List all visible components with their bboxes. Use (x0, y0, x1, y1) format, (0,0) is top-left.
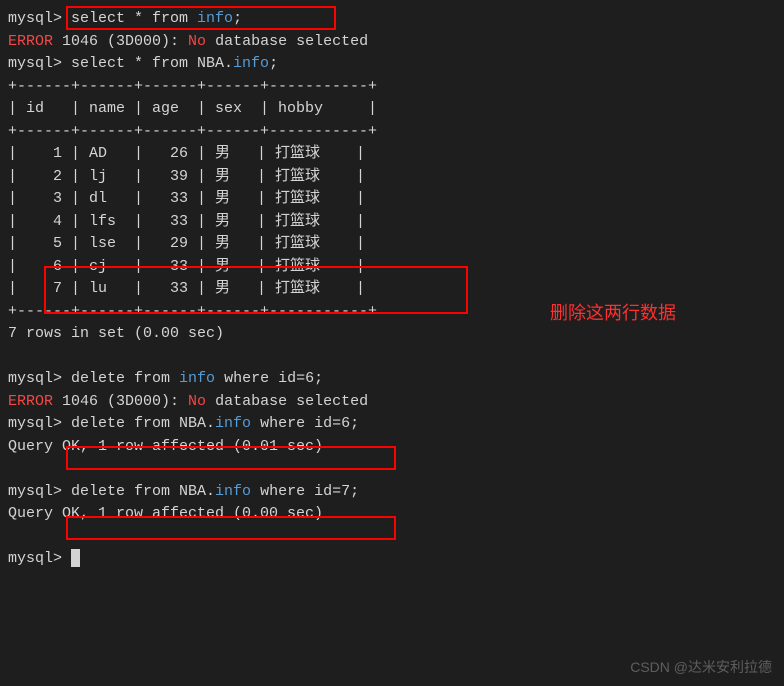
table-name: info (179, 370, 215, 387)
blank-line (8, 526, 776, 549)
terminal-output: mysql> select * from info; ERROR 1046 (3… (8, 8, 776, 571)
cmd-line-5: mysql> delete from NBA.info where id=7; (8, 481, 776, 504)
mysql-prompt: mysql> (8, 10, 71, 27)
cmd-line-3: mysql> delete from info where id=6; (8, 368, 776, 391)
table-name: info (197, 10, 233, 27)
cmd-line-4: mysql> delete from NBA.info where id=6; (8, 413, 776, 436)
result-line: Query OK, 1 row affected (0.01 sec) (8, 436, 776, 459)
table-border: +------+------+------+------+-----------… (8, 121, 776, 144)
mysql-prompt: mysql> (8, 550, 71, 567)
prompt-line[interactable]: mysql> (8, 548, 776, 571)
watermark-text: CSDN @达米安利拉德 (630, 657, 772, 678)
table-name: info (215, 483, 251, 500)
mysql-prompt: mysql> (8, 415, 71, 432)
cursor-icon (71, 549, 80, 567)
blank-line (8, 458, 776, 481)
mysql-prompt: mysql> (8, 483, 71, 500)
table-row: | 1 | AD | 26 | 男 | 打篮球 | (8, 143, 776, 166)
blank-line (8, 346, 776, 369)
error-line-2: ERROR 1046 (3D000): No database selected (8, 391, 776, 414)
table-row: | 6 | cj | 33 | 男 | 打篮球 | (8, 256, 776, 279)
table-row: | 7 | lu | 33 | 男 | 打篮球 | (8, 278, 776, 301)
table-header: | id | name | age | sex | hobby | (8, 98, 776, 121)
table-name: info (233, 55, 269, 72)
mysql-prompt: mysql> (8, 370, 71, 387)
table-row: | 3 | dl | 33 | 男 | 打篮球 | (8, 188, 776, 211)
table-name: info (215, 415, 251, 432)
cmd-line-1: mysql> select * from info; (8, 8, 776, 31)
table-row: | 5 | lse | 29 | 男 | 打篮球 | (8, 233, 776, 256)
table-border: +------+------+------+------+-----------… (8, 76, 776, 99)
table-row: | 4 | lfs | 33 | 男 | 打篮球 | (8, 211, 776, 234)
cmd-line-2: mysql> select * from NBA.info; (8, 53, 776, 76)
mysql-prompt: mysql> (8, 55, 71, 72)
annotation-text: 删除这两行数据 (550, 300, 676, 327)
error-line-1: ERROR 1046 (3D000): No database selected (8, 31, 776, 54)
table-row: | 2 | lj | 39 | 男 | 打篮球 | (8, 166, 776, 189)
result-line: Query OK, 1 row affected (0.00 sec) (8, 503, 776, 526)
